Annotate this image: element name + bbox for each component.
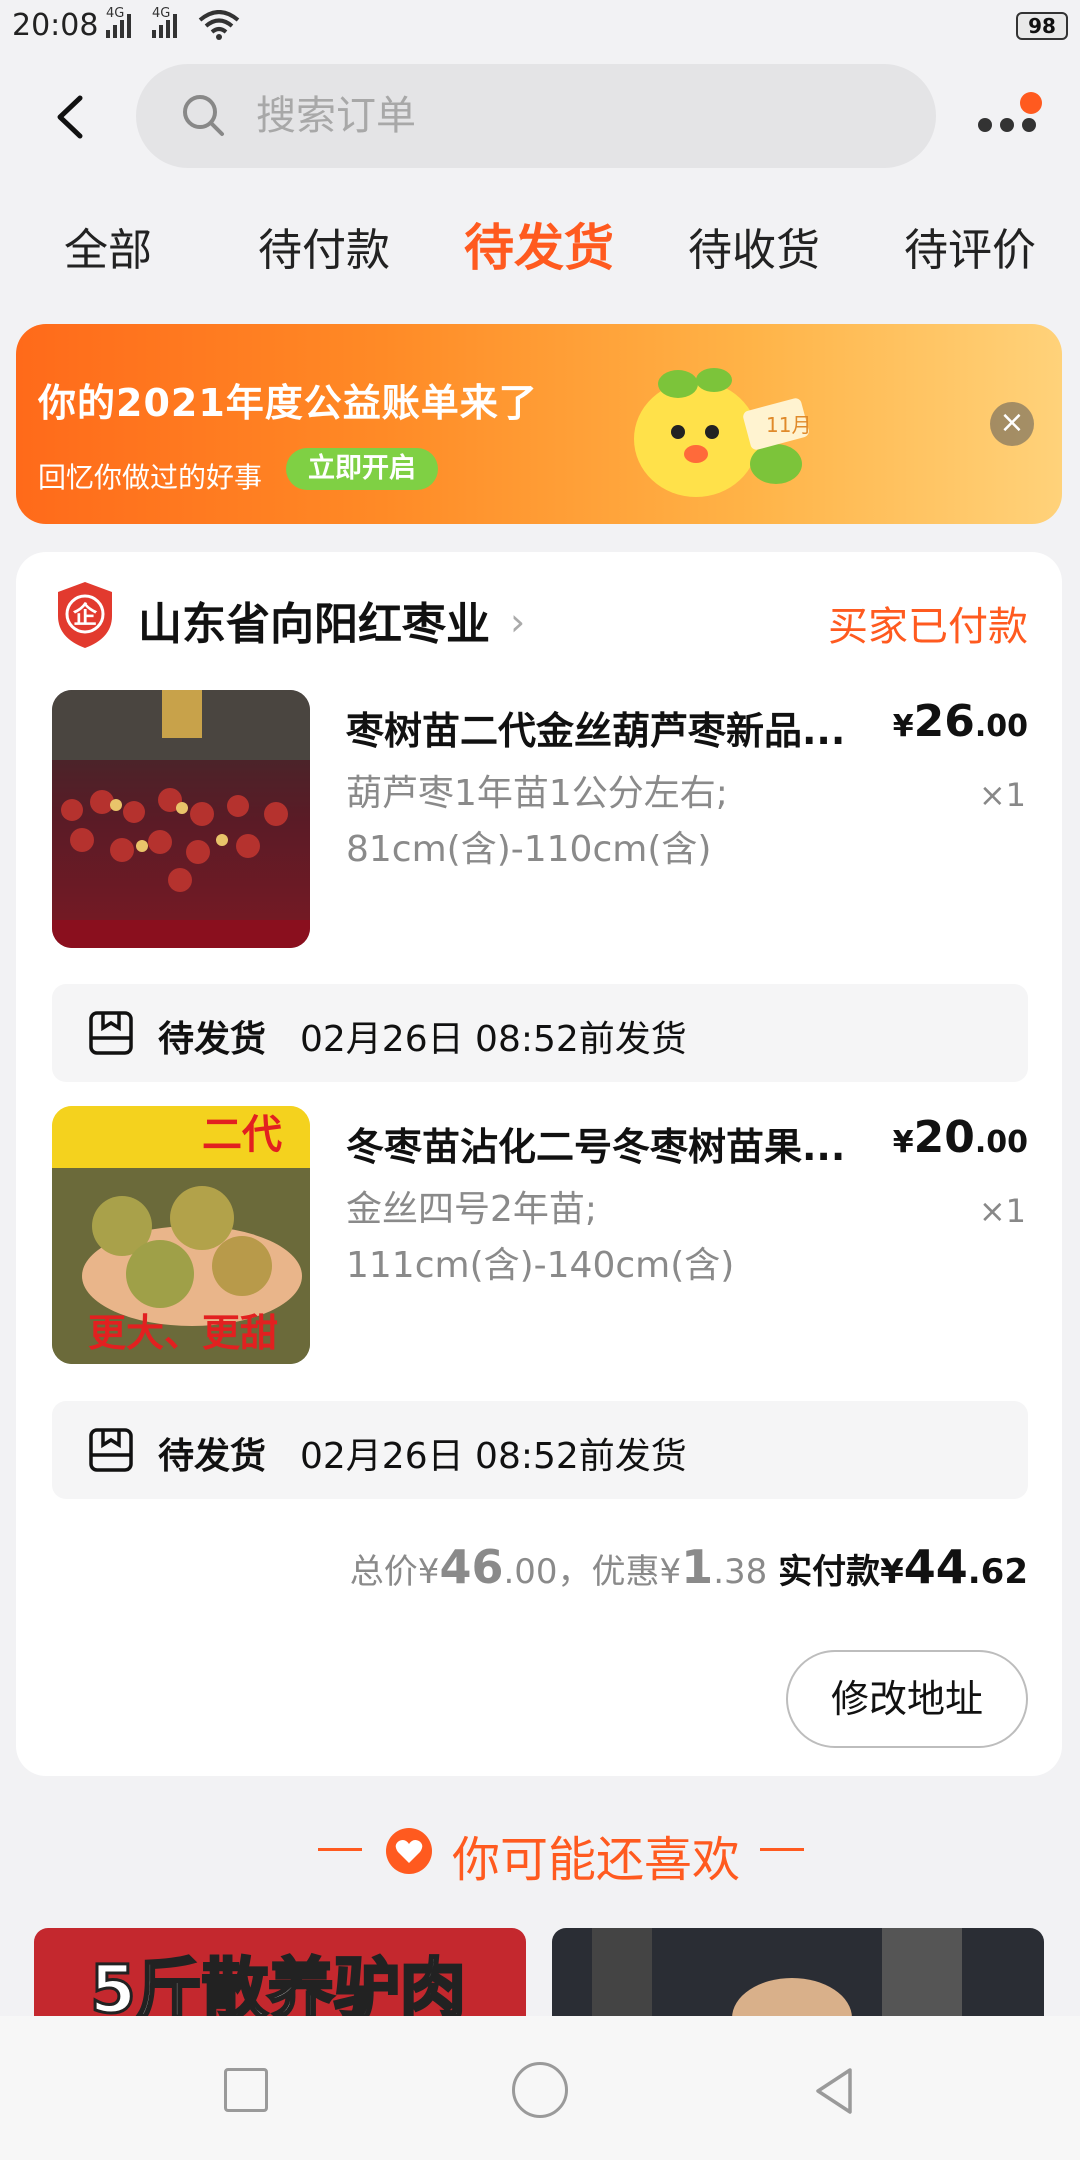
notification-dot	[1020, 92, 1042, 114]
svg-text:二代: 二代	[202, 1112, 282, 1158]
back-triangle-icon[interactable]	[810, 2066, 860, 2116]
product-quantity: ×1	[978, 1192, 1026, 1230]
product-image[interactable]	[52, 690, 310, 948]
tab-pending-receipt[interactable]: 待收货	[688, 214, 820, 278]
shipping-label: 待发货	[158, 1436, 267, 1477]
product-spec-line1: 葫芦枣1年苗1公分左右;	[346, 773, 728, 814]
more-menu-button[interactable]	[972, 92, 1042, 142]
recommend-card-label: 5斤散养驴肉	[89, 1950, 468, 2019]
tab-pending-shipment[interactable]: 待发货	[464, 208, 614, 280]
product-spec-line2: 81cm(含)-110cm(含)	[346, 829, 712, 870]
back-arrow-icon[interactable]	[50, 92, 90, 142]
banner-open-button[interactable]: 立即开启	[286, 448, 438, 490]
home-icon[interactable]	[512, 2062, 568, 2118]
shipping-deadline: 02月26日 08:52前发货	[300, 1436, 687, 1477]
svg-text:11月: 11月	[766, 413, 811, 437]
recommend-card[interactable]: 5斤散养驴肉	[34, 1928, 526, 2018]
package-icon	[89, 1428, 133, 1472]
order-status: 买家已付款	[828, 604, 1028, 650]
product-image[interactable]: 二代 更大、更甜	[52, 1106, 310, 1364]
search-input[interactable]	[256, 86, 876, 146]
recommend-header: 你可能还喜欢	[0, 1820, 1080, 1888]
chevron-right-icon[interactable]: ›	[510, 600, 525, 644]
modify-address-button[interactable]: 修改地址	[786, 1650, 1028, 1748]
product-spec-line1: 金丝四号2年苗;	[346, 1189, 598, 1230]
wifi-icon	[198, 10, 240, 40]
product-title[interactable]: 枣树苗二代金丝葫芦枣新品...	[346, 700, 845, 755]
order-tabs: 全部 待付款 待发货 待收货 待评价	[0, 200, 1080, 300]
svg-text:企: 企	[73, 601, 98, 629]
signal-icon: 4G	[106, 6, 131, 38]
enterprise-shop-icon: 企	[58, 582, 112, 648]
signal-icon-2: 4G	[152, 6, 177, 38]
search-icon	[183, 95, 224, 136]
banner-close-button[interactable]: ×	[990, 402, 1034, 446]
shipping-label: 待发货	[158, 1019, 267, 1060]
tab-pending-payment[interactable]: 待付款	[258, 214, 390, 278]
status-bar: 20:08 4G 4G 98	[0, 0, 1080, 54]
product-quantity: ×1	[978, 776, 1026, 814]
shop-name[interactable]: 山东省向阳红枣业	[138, 588, 490, 652]
system-nav-bar	[0, 2016, 1080, 2160]
package-icon	[89, 1011, 133, 1055]
order-totals: 总价¥46.00，优惠¥1.38 实付款¥44.62	[349, 1540, 1028, 1594]
shipping-status-row: 待发货 02月26日 08:52前发货	[52, 984, 1028, 1082]
svg-text:更大、更甜: 更大、更甜	[88, 1311, 278, 1355]
mascot-illustration: 11月	[634, 368, 811, 497]
shipping-deadline: 02月26日 08:52前发货	[300, 1019, 687, 1060]
recommend-card[interactable]	[552, 1928, 1044, 2018]
recommend-title: 你可能还喜欢	[452, 1832, 741, 1888]
recent-apps-icon[interactable]	[224, 2068, 268, 2112]
tab-all[interactable]: 全部	[64, 214, 152, 278]
product-price: ¥26.00	[892, 696, 1028, 747]
product-price: ¥20.00	[892, 1112, 1028, 1163]
product-title[interactable]: 冬枣苗沾化二号冬枣树苗果...	[346, 1116, 845, 1171]
banner-title: 你的2021年度公益账单来了	[38, 381, 538, 425]
charity-banner[interactable]: 你的2021年度公益账单来了 回忆你做过的好事 立即开启 11月 ×	[16, 324, 1062, 524]
banner-subtitle: 回忆你做过的好事	[38, 461, 263, 494]
shipping-status-row: 待发货 02月26日 08:52前发货	[52, 1401, 1028, 1499]
tab-pending-review[interactable]: 待评价	[904, 214, 1036, 278]
product-spec-line2: 111cm(含)-140cm(含)	[346, 1245, 735, 1286]
status-time: 20:08	[12, 8, 99, 43]
search-bar[interactable]	[136, 64, 936, 168]
battery-indicator: 98	[1016, 12, 1068, 40]
heart-icon	[386, 1828, 432, 1874]
